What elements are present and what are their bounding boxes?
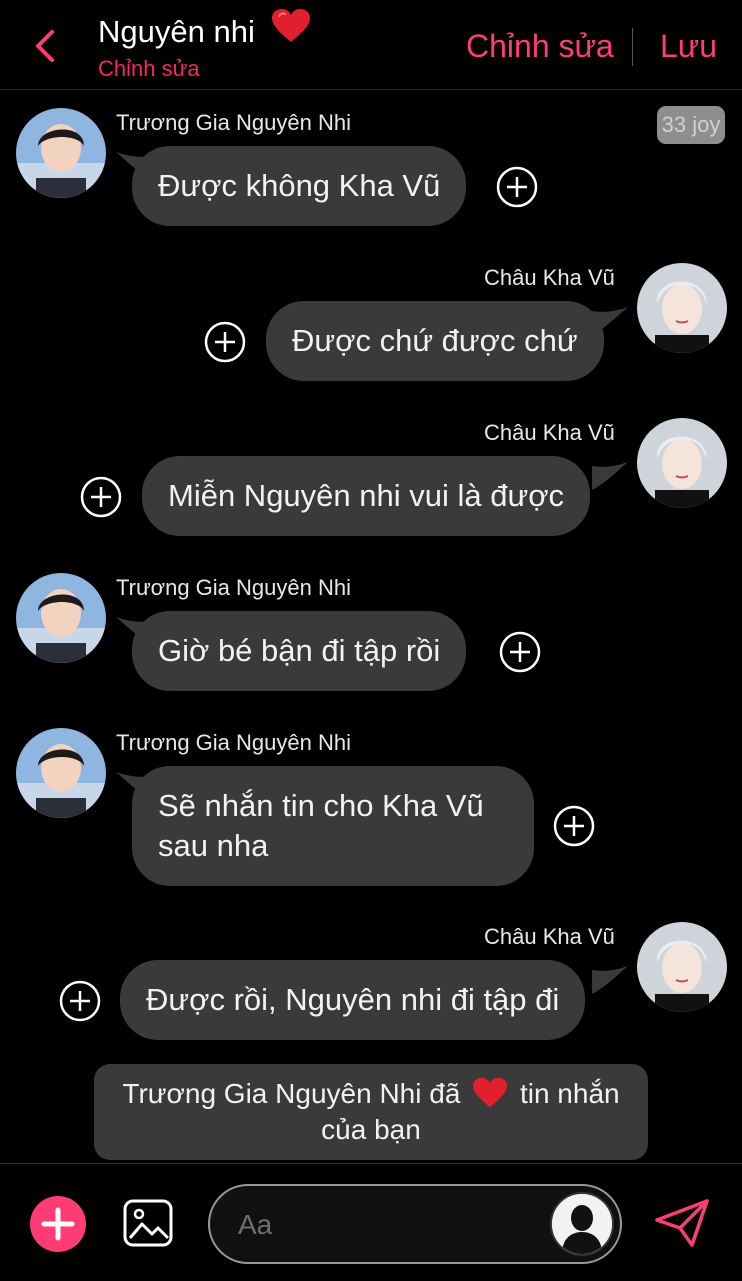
message-bubble[interactable]: Giờ bé bận đi tập rồi: [132, 611, 467, 691]
header-divider: [632, 28, 633, 66]
reaction-notice: Trương Gia Nguyên Nhi đã tin nhắn của bạ…: [94, 1064, 648, 1160]
heart-icon: [272, 9, 311, 42]
save-button[interactable]: Lưu: [660, 28, 717, 65]
heart-icon: [473, 1077, 508, 1108]
avatar-nguyen-nhi[interactable]: [16, 108, 106, 198]
chat-title-text: Nguyên nhi: [98, 14, 255, 49]
sender-name: Trương Gia Nguyên Nhi: [116, 730, 351, 755]
message-bubble[interactable]: Miễn Nguyên nhi vui là được: [142, 456, 591, 536]
message-line: sau nha: [158, 828, 269, 863]
reaction-notice-part2: tin nhắn: [519, 1078, 620, 1109]
message-bubble[interactable]: Được chứ được chứ: [266, 301, 604, 381]
avatar-chau-kha-vu[interactable]: [637, 263, 727, 353]
add-reaction-icon[interactable]: [59, 980, 101, 1022]
message-input-container: [208, 1184, 622, 1264]
sender-name: Châu Kha Vũ: [484, 420, 615, 445]
sender-name: Châu Kha Vũ: [484, 265, 615, 290]
add-reaction-icon[interactable]: [553, 805, 595, 847]
reaction-notice-line2: của bạn: [321, 1114, 421, 1145]
avatar-chau-kha-vu[interactable]: [637, 922, 727, 1012]
message-input[interactable]: [238, 1206, 538, 1244]
bubble-tail: [592, 462, 628, 490]
add-reaction-icon[interactable]: [80, 476, 122, 518]
add-button[interactable]: [30, 1196, 86, 1252]
message-line: Sẽ nhắn tin cho Kha Vũ: [158, 788, 484, 823]
reaction-notice-part1: Trương Gia Nguyên Nhi đã: [122, 1078, 461, 1109]
add-reaction-icon[interactable]: [499, 631, 541, 673]
send-icon[interactable]: [654, 1198, 710, 1248]
image-icon[interactable]: [122, 1198, 174, 1248]
message-bubble[interactable]: Được rồi, Nguyên nhi đi tập đi: [120, 960, 586, 1040]
avatar-silhouette-icon[interactable]: [550, 1192, 614, 1256]
message-bubble[interactable]: Được không Kha Vũ: [132, 146, 467, 226]
add-reaction-icon[interactable]: [496, 166, 538, 208]
plus-icon: [41, 1207, 75, 1241]
avatar-chau-kha-vu[interactable]: [637, 418, 727, 508]
edit-button[interactable]: Chỉnh sửa: [466, 28, 614, 65]
avatar-nguyen-nhi[interactable]: [16, 728, 106, 818]
message-bubble[interactable]: Sẽ nhắn tin cho Kha Vũ sau nha: [132, 766, 534, 886]
back-chevron-icon[interactable]: [28, 26, 62, 66]
sender-name: Trương Gia Nguyên Nhi: [116, 575, 351, 600]
avatar-nguyen-nhi[interactable]: [16, 573, 106, 663]
add-reaction-icon[interactable]: [204, 321, 246, 363]
sender-name: Trương Gia Nguyên Nhi: [116, 110, 351, 135]
chat-subtitle: Chỉnh sửa: [98, 56, 200, 81]
composer-bar: [0, 1163, 742, 1281]
chat-header: Nguyên nhi Chỉnh sửa Chỉnh sửa Lưu: [0, 0, 742, 90]
bubble-tail: [592, 966, 628, 994]
time-badge: 33 joy: [657, 106, 725, 144]
chat-title: Nguyên nhi: [98, 8, 311, 50]
sender-name: Châu Kha Vũ: [484, 924, 615, 949]
